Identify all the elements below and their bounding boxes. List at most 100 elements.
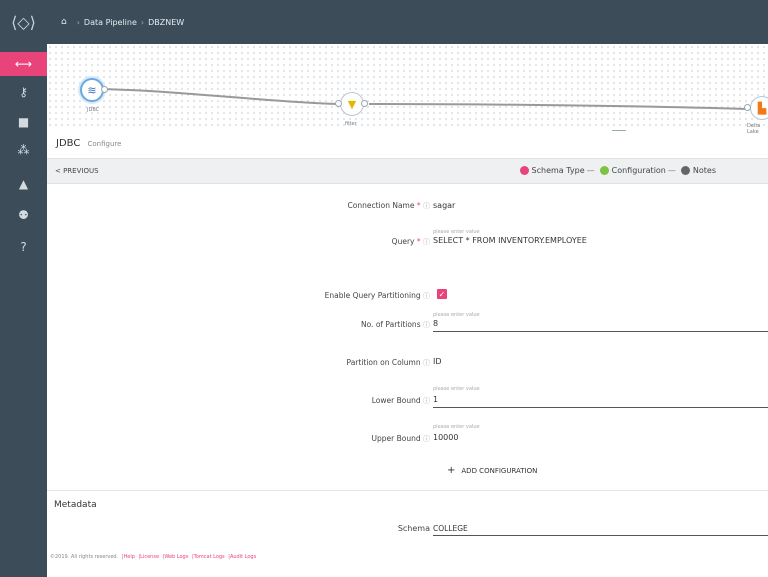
step-current-icon	[599, 166, 609, 175]
required-marker: *	[416, 201, 421, 210]
breadcrumb-item-current: DBZNEW	[148, 17, 185, 27]
partition-column-select[interactable]: ID	[433, 357, 442, 366]
pipeline-canvas[interactable]: ≋ JDBC ▼ filter ▙ Delta Lake	[47, 44, 768, 135]
lower-bound-input[interactable]: 1	[433, 395, 438, 404]
factory-icon: ▙	[757, 101, 767, 115]
footer-link-license-label: License	[140, 554, 160, 560]
save-icon[interactable]: ■	[0, 110, 47, 134]
enable-partitioning-checkbox[interactable]: ✓	[437, 289, 447, 299]
pipeline-icon[interactable]: ⟷	[0, 52, 47, 76]
footer: ©2019. All rights reserved. |Help |Licen…	[50, 554, 256, 560]
help-icon[interactable]: ?	[0, 235, 47, 259]
footer-link-license[interactable]: |License	[138, 554, 159, 560]
footer-link-audit-logs-label: Audit Logs	[229, 554, 257, 560]
lower-bound-text: Lower Bound	[371, 396, 421, 405]
num-partitions-text: No. of Partitions	[360, 320, 421, 329]
info-icon[interactable]: ⓘ	[423, 321, 430, 329]
footer-link-tomcat-logs[interactable]: |Tomcat Logs	[192, 554, 225, 560]
cluster-icon[interactable]: ⁂	[0, 138, 47, 162]
footer-link-help[interactable]: |Help	[122, 554, 135, 560]
schema-underline	[433, 535, 768, 536]
num-partitions-hint: please enter value	[433, 312, 480, 318]
step-configuration[interactable]: Configuration	[612, 166, 666, 175]
info-icon[interactable]: ⓘ	[423, 435, 430, 443]
filter-icon: ▼	[347, 97, 357, 111]
step-separator: —	[586, 166, 595, 175]
node-label-filter: filter	[345, 121, 357, 127]
upper-bound-text: Upper Bound	[371, 434, 421, 443]
plus-icon: +	[447, 465, 456, 476]
num-partitions-underline	[433, 331, 768, 332]
schema-select[interactable]: COLLEGE	[433, 524, 468, 533]
connection-filter-delta	[368, 103, 748, 110]
info-icon[interactable]: ⓘ	[423, 202, 430, 210]
connection-name-value[interactable]: sagar	[433, 201, 455, 210]
previous-button[interactable]: < PREVIOUS	[55, 167, 99, 175]
lower-bound-hint: please enter value	[433, 386, 480, 392]
component-name: JDBC	[56, 138, 81, 149]
breadcrumb-item-pipeline[interactable]: Data Pipeline	[84, 18, 137, 27]
upper-bound-input[interactable]: 10000	[433, 433, 458, 442]
node-label-delta-lake: Delta Lake	[747, 123, 761, 135]
database-icon: ≋	[87, 83, 97, 97]
add-configuration-button[interactable]: + ADD CONFIGURATION	[447, 465, 537, 476]
footer-link-tomcat-logs-label: Tomcat Logs	[193, 554, 225, 560]
query-label: Query * ⓘ	[392, 237, 430, 247]
logo-hexagon-icon[interactable]: ⟨◇⟩	[0, 0, 47, 44]
lower-bound-underline	[433, 407, 768, 408]
upper-bound-hint: please enter value	[433, 424, 480, 430]
step-indicator: Schema Type — Configuration — Notes	[517, 166, 716, 175]
lower-bound-label: Lower Bound ⓘ	[372, 396, 430, 406]
required-marker: *	[416, 237, 421, 246]
upper-bound-label: Upper Bound ⓘ	[372, 434, 431, 444]
bell-icon[interactable]: ▲	[0, 172, 47, 196]
footer-link-audit-logs[interactable]: |Audit Logs	[228, 554, 256, 560]
breadcrumb-separator-icon: ›	[140, 17, 145, 27]
node-port[interactable]	[101, 86, 108, 93]
sidebar: ⟨◇⟩ ⟷ ⚷ ■ ⁂ ▲ ⚉ ?	[0, 0, 47, 577]
node-delta-lake[interactable]: ▙	[750, 96, 768, 120]
num-partitions-label: No. of Partitions ⓘ	[361, 320, 430, 330]
partition-column-label: Partition on Column ⓘ	[347, 358, 430, 368]
info-icon[interactable]: ⓘ	[423, 292, 430, 300]
breadcrumb-separator-icon: ›	[76, 17, 80, 27]
footer-link-help-label: Help	[123, 554, 135, 560]
footer-link-web-logs[interactable]: |Web Logs	[163, 554, 189, 560]
divider	[47, 490, 768, 491]
query-text: Query	[391, 237, 415, 246]
node-port[interactable]	[361, 100, 368, 107]
node-label-jdbc: JDBC	[87, 107, 100, 113]
step-schema-type[interactable]: Schema Type	[532, 166, 585, 175]
step-separator: —	[667, 166, 676, 175]
query-input[interactable]: SELECT * FROM INVENTORY.EMPLOYEE	[433, 236, 587, 245]
metadata-title: Metadata	[54, 500, 97, 510]
topbar: ⌂ › Data Pipeline › DBZNEW	[47, 0, 768, 44]
step-bar: < PREVIOUS Schema Type — Configuration —…	[47, 158, 768, 184]
schema-label: Schema	[397, 524, 430, 533]
info-icon[interactable]: ⓘ	[423, 238, 430, 246]
node-port[interactable]	[744, 104, 751, 111]
connection-name-text: Connection Name	[347, 201, 415, 210]
key-icon[interactable]: ⚷	[0, 80, 47, 104]
connection-name-label: Connection Name * ⓘ	[348, 201, 430, 211]
footer-link-web-logs-label: Web Logs	[164, 554, 189, 560]
info-icon[interactable]: ⓘ	[423, 397, 430, 405]
step-pending-icon	[680, 166, 690, 175]
add-configuration-label: ADD CONFIGURATION	[461, 467, 538, 475]
pipeline-connections	[102, 88, 748, 110]
step-notes[interactable]: Notes	[693, 166, 716, 175]
partition-column-text: Partition on Column	[346, 358, 421, 367]
copyright-text: ©2019. All rights reserved.	[50, 554, 119, 560]
enable-partitioning-text: Enable Query Partitioning	[324, 291, 421, 300]
step-done-icon	[519, 166, 529, 175]
query-hint: please enter value	[433, 229, 480, 235]
connection-jdbc-filter	[102, 88, 338, 105]
home-icon[interactable]: ⌂	[61, 17, 67, 27]
enable-partitioning-label: Enable Query Partitioning ⓘ	[325, 291, 430, 301]
node-port[interactable]	[335, 100, 342, 107]
panel-resize-handle[interactable]	[612, 130, 626, 131]
config-subtitle: Configure	[87, 140, 122, 148]
num-partitions-input[interactable]: 8	[433, 319, 438, 328]
info-icon[interactable]: ⓘ	[423, 359, 430, 367]
users-icon[interactable]: ⚉	[0, 203, 47, 227]
